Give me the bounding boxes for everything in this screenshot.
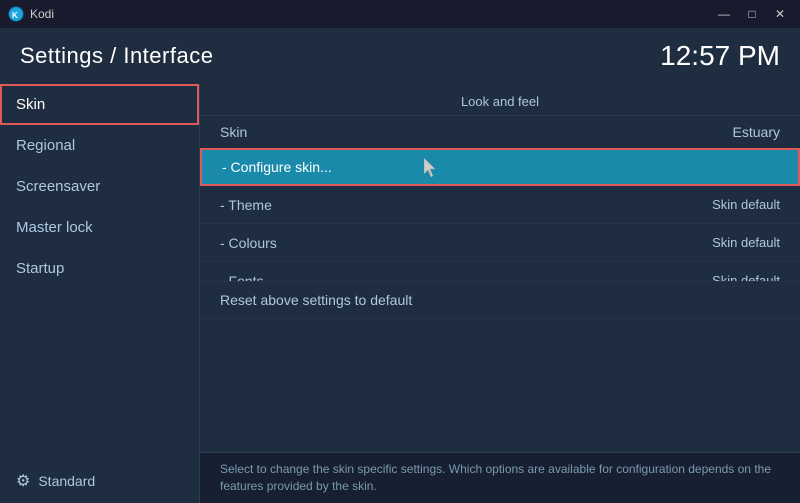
svg-text:K: K	[12, 11, 18, 20]
skin-header-row: Skin Estuary	[200, 116, 800, 148]
maximize-button[interactable]: □	[740, 5, 764, 23]
page-title: Settings / Interface	[20, 43, 213, 69]
titlebar-left: K Kodi	[8, 6, 54, 22]
titlebar: K Kodi — □ ✕	[0, 0, 800, 28]
info-bar: Select to change the skin specific setti…	[200, 452, 800, 503]
app-title: Kodi	[30, 7, 54, 21]
sidebar-nav: Skin Regional Screensaver Master lock St…	[0, 84, 199, 289]
settings-list: - Configure skin... - Theme Skin default…	[200, 148, 800, 281]
reset-row[interactable]: Reset above settings to default	[200, 281, 800, 319]
skin-label: Skin	[220, 124, 247, 140]
sidebar-item-skin[interactable]: Skin	[0, 84, 199, 125]
sidebar-footer[interactable]: ⚙ Standard	[0, 459, 199, 503]
sidebar-footer-label: Standard	[38, 473, 95, 489]
configure-skin-row[interactable]: - Configure skin...	[200, 148, 800, 186]
clock-display: 12:57 PM	[660, 40, 780, 72]
main-layout: Skin Regional Screensaver Master lock St…	[0, 84, 800, 503]
theme-label: - Theme	[220, 197, 272, 213]
theme-row[interactable]: - Theme Skin default	[200, 186, 800, 224]
info-text: Select to change the skin specific setti…	[220, 462, 771, 493]
minimize-button[interactable]: —	[712, 5, 736, 23]
close-button[interactable]: ✕	[768, 5, 792, 23]
sidebar-item-masterlock[interactable]: Master lock	[0, 207, 199, 248]
sidebar-item-regional[interactable]: Regional	[0, 125, 199, 166]
theme-value: Skin default	[712, 197, 780, 212]
sidebar-item-screensaver[interactable]: Screensaver	[0, 166, 199, 207]
colours-label: - Colours	[220, 235, 277, 251]
content-panel: Look and feel Skin Estuary - Configure s…	[200, 84, 800, 503]
fonts-row[interactable]: - Fonts Skin default	[200, 262, 800, 281]
configure-skin-label: - Configure skin...	[222, 159, 332, 175]
colours-value: Skin default	[712, 235, 780, 250]
fonts-value: Skin default	[712, 273, 780, 281]
kodi-logo-icon: K	[8, 6, 24, 22]
window-controls: — □ ✕	[712, 5, 792, 23]
gear-icon: ⚙	[16, 471, 30, 491]
section-header: Look and feel	[200, 84, 800, 116]
cursor-icon	[424, 158, 438, 178]
fonts-label: - Fonts	[220, 273, 264, 282]
colours-row[interactable]: - Colours Skin default	[200, 224, 800, 262]
reset-label[interactable]: Reset above settings to default	[220, 292, 412, 308]
content-spacer	[200, 319, 800, 452]
header: Settings / Interface 12:57 PM	[0, 28, 800, 84]
sidebar-item-startup[interactable]: Startup	[0, 248, 199, 289]
sidebar: Skin Regional Screensaver Master lock St…	[0, 84, 200, 503]
skin-value: Estuary	[733, 124, 780, 140]
